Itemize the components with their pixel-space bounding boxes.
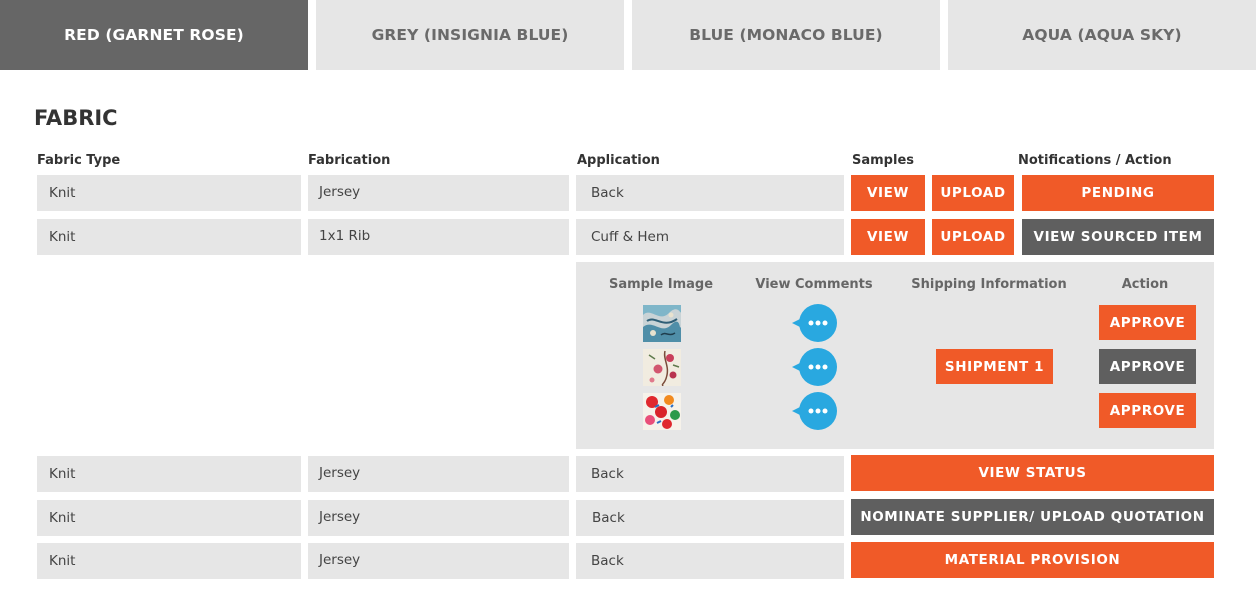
fabrication-cell: Jersey <box>308 456 569 492</box>
nominate-supplier-button[interactable]: NOMINATE SUPPLIER/ UPLOAD QUOTATION <box>851 499 1214 535</box>
tab-red-garnet-rose[interactable]: RED (GARNET ROSE) <box>0 0 308 70</box>
tab-blue-monaco-blue[interactable]: BLUE (MONACO BLUE) <box>632 0 940 70</box>
comment-icon[interactable] <box>792 392 838 430</box>
header-fabric-type: Fabric Type <box>37 153 121 168</box>
upload-sample-button[interactable]: UPLOAD <box>932 219 1014 255</box>
application-cell: Back <box>576 456 844 492</box>
fabric-type-cell: Knit <box>37 500 301 536</box>
approve-button[interactable]: APPROVE <box>1099 393 1196 428</box>
view-sample-button[interactable]: VIEW <box>851 175 925 211</box>
header-notifications-action: Notifications / Action <box>1018 153 1172 168</box>
header-view-comments: View Comments <box>755 277 873 292</box>
fabric-type-cell: Knit <box>37 456 301 492</box>
upload-sample-button[interactable]: UPLOAD <box>932 175 1014 211</box>
tab-grey-insignia-blue[interactable]: GREY (INSIGNIA BLUE) <box>316 0 624 70</box>
fabrication-cell: Jersey <box>308 500 569 536</box>
tab-aqua-aqua-sky[interactable]: AQUA (AQUA SKY) <box>948 0 1256 70</box>
view-sample-button[interactable]: VIEW <box>851 219 925 255</box>
fabrication-cell: Jersey <box>308 543 569 579</box>
approve-button[interactable]: APPROVE <box>1099 349 1196 384</box>
fabrication-cell: 1x1 Rib <box>308 219 569 255</box>
comment-icon[interactable] <box>792 348 838 386</box>
section-title: FABRIC <box>34 106 118 130</box>
pending-button[interactable]: PENDING <box>1022 175 1214 211</box>
comment-icon[interactable] <box>792 304 838 342</box>
view-sourced-item-button[interactable]: VIEW SOURCED ITEM <box>1022 219 1214 255</box>
application-cell: Back <box>576 500 844 536</box>
shipment-button[interactable]: SHIPMENT 1 <box>936 349 1053 384</box>
header-samples: Samples <box>852 153 914 168</box>
fabric-type-cell: Knit <box>37 175 301 211</box>
fabric-type-cell: Knit <box>37 543 301 579</box>
sample-image-thumbnail[interactable] <box>643 393 681 430</box>
header-application: Application <box>577 153 660 168</box>
approve-button[interactable]: APPROVE <box>1099 305 1196 340</box>
header-sample-image: Sample Image <box>608 277 714 292</box>
sample-image-thumbnail[interactable] <box>643 305 681 342</box>
application-cell: Cuff & Hem <box>576 219 844 255</box>
header-shipping-information: Shipping Information <box>911 277 1067 292</box>
application-cell: Back <box>576 543 844 579</box>
header-fabrication: Fabrication <box>308 153 391 168</box>
fabrication-cell: Jersey <box>308 175 569 211</box>
fabric-type-cell: Knit <box>37 219 301 255</box>
view-status-button[interactable]: VIEW STATUS <box>851 455 1214 491</box>
sample-image-thumbnail[interactable] <box>643 349 681 386</box>
material-provision-button[interactable]: MATERIAL PROVISION <box>851 542 1214 578</box>
application-cell: Back <box>576 175 844 211</box>
header-action: Action <box>1121 277 1169 292</box>
